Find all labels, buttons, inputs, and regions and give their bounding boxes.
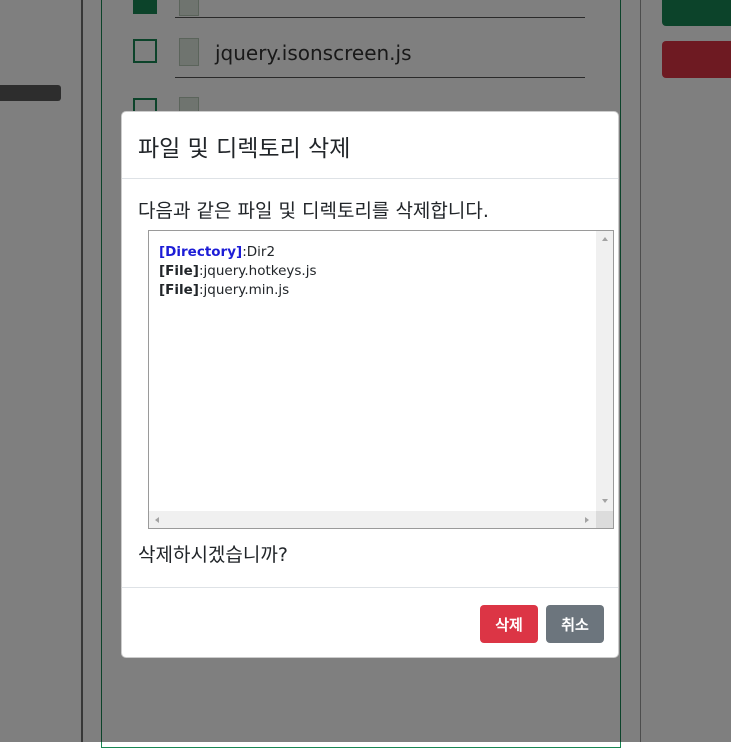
- scroll-left-arrow-icon[interactable]: [155, 517, 159, 523]
- scroll-down-arrow-icon[interactable]: [602, 499, 608, 503]
- item-name: jquery.hotkeys.js: [203, 263, 317, 279]
- item-name: Dir2: [246, 244, 276, 260]
- file-tag: [File]: [159, 282, 199, 298]
- delete-confirm-dialog: 파일 및 디렉토리 삭제 다음과 같은 파일 및 디렉토리를 삭제합니다. [D…: [121, 111, 619, 658]
- delete-button[interactable]: 삭제: [480, 605, 538, 643]
- scrollbar-corner: [596, 511, 613, 528]
- item-name: jquery.min.js: [203, 282, 290, 298]
- modal-footer: 삭제 취소: [122, 587, 618, 659]
- modal-title: 파일 및 디렉토리 삭제: [138, 136, 351, 162]
- scroll-up-arrow-icon[interactable]: [602, 237, 608, 241]
- scroll-right-arrow-icon[interactable]: [585, 517, 589, 523]
- file-tag: [File]: [159, 263, 199, 279]
- confirm-question-text: 삭제하시겠습니까?: [138, 544, 288, 566]
- delete-items-list[interactable]: [Directory]:Dir2 [File]:jquery.hotkeys.j…: [148, 230, 614, 529]
- list-item: [File]:jquery.hotkeys.js: [159, 263, 317, 279]
- delete-items-content: [Directory]:Dir2 [File]:jquery.hotkeys.j…: [159, 243, 316, 300]
- directory-tag: [Directory]: [159, 244, 243, 260]
- horizontal-scrollbar[interactable]: [149, 511, 596, 528]
- modal-header: 파일 및 디렉토리 삭제: [122, 112, 618, 179]
- list-item: [File]:jquery.min.js: [159, 282, 290, 298]
- delete-prompt-text: 다음과 같은 파일 및 디렉토리를 삭제합니다.: [138, 200, 489, 222]
- cancel-button[interactable]: 취소: [546, 605, 604, 643]
- vertical-scrollbar[interactable]: [596, 231, 613, 512]
- list-item: [Directory]:Dir2: [159, 244, 276, 260]
